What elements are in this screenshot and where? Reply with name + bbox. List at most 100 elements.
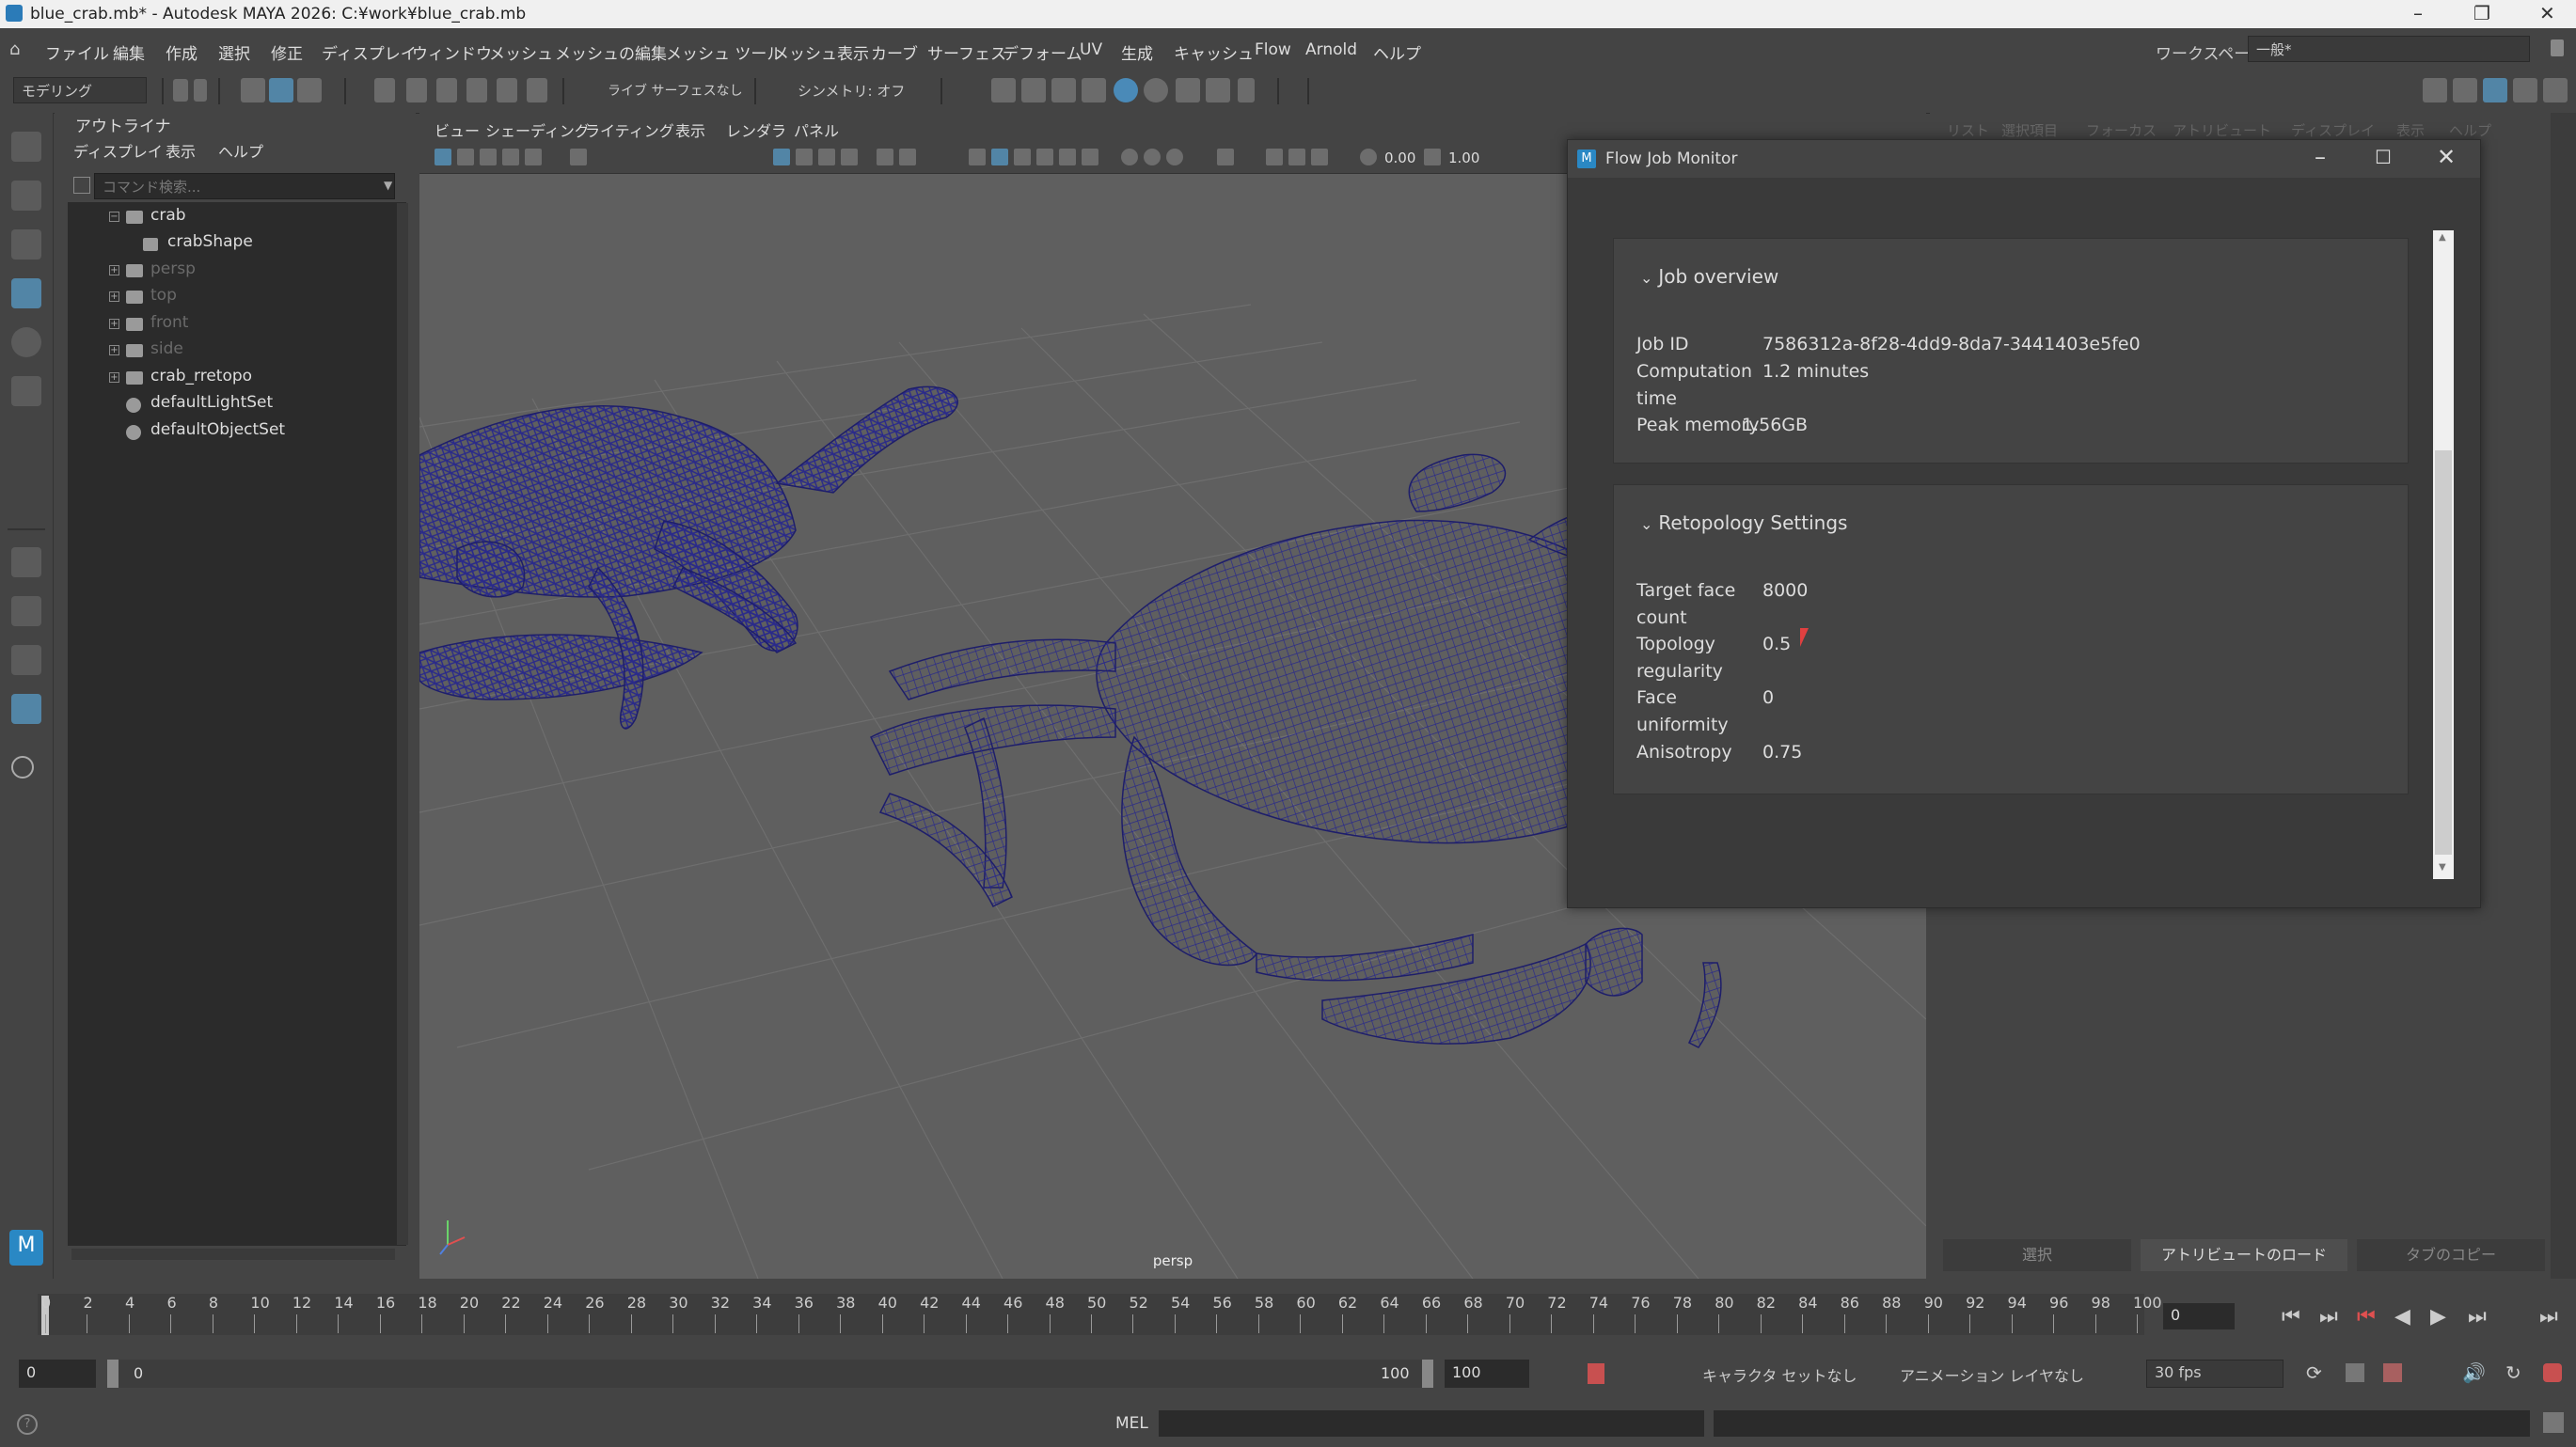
menu-arnold[interactable]: Arnold bbox=[1305, 40, 1357, 59]
menu-file[interactable]: ファイル bbox=[45, 40, 109, 64]
hypershade-icon[interactable] bbox=[1114, 78, 1138, 102]
two-view-layout-icon[interactable] bbox=[11, 645, 41, 675]
outliner-vertical-scrollbar[interactable] bbox=[397, 203, 408, 1245]
menu-edit-mesh[interactable]: メッシュの編集 bbox=[555, 40, 667, 64]
search-icon[interactable] bbox=[11, 756, 34, 779]
tab-load-attributes[interactable]: アトリビュートのロード bbox=[2141, 1239, 2347, 1271]
move-tool-icon[interactable] bbox=[11, 278, 41, 308]
bookmark-icon[interactable] bbox=[480, 149, 497, 165]
safe-action-icon[interactable] bbox=[899, 149, 916, 165]
command-input[interactable] bbox=[1159, 1410, 1704, 1437]
outliner-node-crabShape[interactable]: crabShape bbox=[167, 232, 253, 251]
character-set-dropdown[interactable]: キャラクタ セットなし bbox=[1702, 1363, 1857, 1386]
menu-flow[interactable]: Flow bbox=[1255, 40, 1291, 59]
exposure-value[interactable]: 0.00 bbox=[1384, 149, 1415, 166]
workspace-dropdown[interactable]: 一般* bbox=[2248, 36, 2530, 62]
wireframe-icon[interactable] bbox=[969, 149, 986, 165]
new-scene-icon[interactable] bbox=[173, 79, 188, 102]
expand-icon[interactable]: + bbox=[109, 291, 119, 302]
rotate-tool-icon[interactable] bbox=[11, 327, 41, 357]
film-gate-icon[interactable] bbox=[796, 149, 813, 165]
select-hierarchy-icon[interactable] bbox=[241, 78, 265, 102]
go-to-start-icon[interactable]: ⏮ bbox=[2282, 1305, 2300, 1329]
viewport-menu-renderer[interactable]: レンダラ bbox=[726, 118, 786, 141]
last-tool-icon[interactable] bbox=[11, 547, 41, 577]
viewport-menu-panels[interactable]: パネル bbox=[794, 118, 839, 141]
render-view-icon[interactable] bbox=[1144, 78, 1168, 102]
script-language-label[interactable]: MEL bbox=[1115, 1414, 1148, 1433]
menu-edit[interactable]: 編集 bbox=[113, 40, 145, 64]
exposure-icon[interactable] bbox=[1360, 149, 1377, 165]
smooth-shade-icon[interactable] bbox=[991, 149, 1008, 165]
script-editor-icon[interactable] bbox=[2543, 1412, 2564, 1433]
step-back-frame-icon[interactable]: ⏮ bbox=[2357, 1305, 2376, 1329]
menu-modify[interactable]: 修正 bbox=[271, 40, 303, 64]
gamma-value[interactable]: 1.00 bbox=[1448, 149, 1479, 166]
viewport-menu-show[interactable]: 表示 bbox=[675, 118, 705, 141]
live-surface-label[interactable]: ライブ サーフェスなし bbox=[608, 81, 743, 100]
anti-aliasing-icon[interactable] bbox=[1166, 149, 1183, 165]
loop-icon[interactable]: ⟳ bbox=[2306, 1361, 2322, 1384]
shadows-icon[interactable] bbox=[1082, 149, 1098, 165]
outliner-horizontal-scrollbar[interactable] bbox=[71, 1249, 395, 1260]
grid-icon[interactable] bbox=[773, 149, 790, 165]
render-frame-icon[interactable] bbox=[991, 78, 1016, 102]
scroll-down-icon[interactable]: ▼ bbox=[2439, 862, 2446, 873]
outliner-node-front[interactable]: front bbox=[150, 313, 188, 332]
outliner-node-defaultLightSet[interactable]: defaultLightSet bbox=[150, 393, 273, 412]
xray-joints-icon[interactable] bbox=[1288, 149, 1305, 165]
menu-help[interactable]: ヘルプ bbox=[1373, 40, 1421, 64]
select-tool-icon[interactable] bbox=[11, 132, 41, 162]
paint-select-tool-icon[interactable] bbox=[11, 229, 41, 260]
menu-deform[interactable]: デフォーム bbox=[1003, 40, 1083, 64]
go-to-end-icon[interactable]: ⏭ bbox=[2539, 1305, 2558, 1329]
four-view-layout-icon[interactable] bbox=[11, 596, 41, 626]
close-icon[interactable]: ✕ bbox=[2539, 2, 2555, 24]
menu-display[interactable]: ディスプレイ bbox=[322, 40, 417, 64]
channel-box-toggle-icon[interactable] bbox=[2483, 78, 2507, 102]
tab-copy-tab[interactable]: タブのコピー bbox=[2357, 1239, 2545, 1271]
image-plane-icon[interactable] bbox=[502, 149, 519, 165]
close-icon[interactable]: ✕ bbox=[2437, 144, 2456, 170]
outliner-menu-display[interactable]: ディスプレイ bbox=[73, 139, 163, 162]
outliner-node-defaultObjectSet[interactable]: defaultObjectSet bbox=[150, 420, 285, 439]
lights-icon[interactable] bbox=[1059, 149, 1076, 165]
snap-view-icon[interactable] bbox=[466, 78, 487, 102]
outliner-node-top[interactable]: top bbox=[150, 286, 177, 305]
minimize-icon[interactable]: – bbox=[2413, 2, 2423, 24]
tab-select[interactable]: 選択 bbox=[1943, 1239, 2131, 1271]
modeling-toolkit-toggle-icon[interactable] bbox=[2543, 78, 2568, 102]
camera-attributes-icon[interactable] bbox=[457, 149, 474, 165]
wireframe-on-shaded-icon[interactable] bbox=[1014, 149, 1031, 165]
retopology-settings-header[interactable]: ⌄ Retopology Settings bbox=[1640, 511, 1847, 534]
sidebar-toggle-icon[interactable] bbox=[2423, 78, 2447, 102]
viewport-menu-shading[interactable]: シェーディング bbox=[485, 118, 590, 141]
expand-icon[interactable]: + bbox=[109, 265, 119, 275]
current-frame-field[interactable]: 0 bbox=[2163, 1303, 2235, 1329]
viewport-menu-view[interactable]: ビュー bbox=[435, 118, 480, 141]
outliner-node-crab[interactable]: crab bbox=[150, 206, 186, 225]
channel-box-menu-attributes[interactable]: アトリビュート bbox=[2173, 120, 2271, 140]
gamma-icon[interactable] bbox=[1424, 149, 1441, 165]
step-back-key-icon[interactable]: ⏭ bbox=[2319, 1305, 2338, 1329]
two-d-pan-icon[interactable] bbox=[525, 149, 542, 165]
menu-mesh-display[interactable]: メッシュ表示 bbox=[773, 40, 869, 64]
menu-cache[interactable]: キャッシュ bbox=[1174, 40, 1254, 64]
minimize-icon[interactable]: – bbox=[2315, 144, 2326, 170]
ipr-render-icon[interactable] bbox=[1051, 78, 1076, 102]
snap-point-icon[interactable] bbox=[436, 78, 457, 102]
lasso-tool-icon[interactable] bbox=[11, 181, 41, 211]
expand-icon[interactable]: + bbox=[109, 372, 119, 383]
motion-blur-icon[interactable] bbox=[1144, 149, 1161, 165]
snap-grid-icon[interactable] bbox=[374, 78, 395, 102]
channel-box-menu-list[interactable]: リスト bbox=[1947, 120, 1989, 140]
menu-create[interactable]: 作成 bbox=[166, 40, 198, 64]
select-component-icon[interactable] bbox=[297, 78, 322, 102]
refresh-icon[interactable]: ↻ bbox=[2505, 1361, 2521, 1384]
open-scene-icon[interactable] bbox=[194, 79, 207, 102]
channel-box-menu-help[interactable]: ヘルプ bbox=[2449, 120, 2491, 140]
menu-surfaces[interactable]: サーフェス bbox=[927, 40, 1006, 64]
outliner-menu-help[interactable]: ヘルプ bbox=[218, 139, 263, 162]
menu-select[interactable]: 選択 bbox=[218, 40, 250, 64]
menu-curves[interactable]: カーブ bbox=[871, 40, 918, 64]
